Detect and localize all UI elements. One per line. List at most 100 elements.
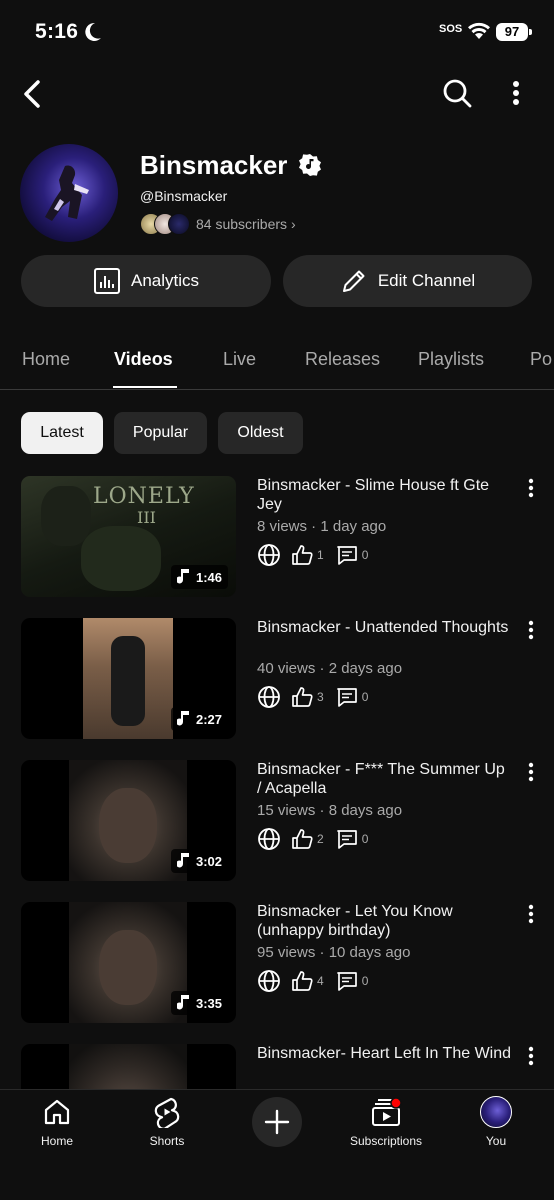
likes-count: 1: [317, 548, 324, 562]
thumbnail-subtitle-text: III: [137, 508, 156, 527]
search-icon[interactable]: [441, 77, 473, 109]
video-thumbnail[interactable]: 2:27: [21, 618, 236, 739]
video-meta: 15 views · 8 days ago: [257, 802, 403, 819]
active-tab-indicator: [113, 386, 177, 388]
tab-live[interactable]: Live: [223, 349, 256, 370]
thumbnail-face: [99, 930, 157, 1005]
thumbnail-figure: [41, 486, 91, 546]
tabs-divider: [0, 389, 554, 390]
video-more-options-icon[interactable]: [528, 1046, 534, 1066]
video-stats: 1 0: [257, 543, 368, 567]
home-icon: [44, 1099, 70, 1125]
thumbs-up-icon: [292, 545, 313, 565]
subscriber-count[interactable]: 84 subscribers ›: [196, 216, 296, 232]
pencil-icon: [342, 270, 365, 292]
comment-icon: [336, 688, 357, 707]
back-arrow-icon[interactable]: [20, 78, 46, 110]
thumbnail-figure: [111, 636, 145, 726]
video-duration: 3:02: [170, 849, 228, 873]
channel-name: Binsmacker: [140, 150, 288, 180]
analytics-chart-icon: [93, 268, 120, 294]
nav-shorts-label: Shorts: [149, 1134, 185, 1148]
wifi-icon: [468, 22, 490, 39]
globe-icon: [258, 544, 280, 566]
comments-count: 0: [361, 690, 369, 704]
edit-channel-label: Edit Channel: [377, 271, 476, 290]
video-title[interactable]: Binsmacker - Let You Know (unhappy birth…: [257, 902, 512, 940]
user-avatar: [480, 1096, 512, 1128]
plus-icon: [264, 1109, 290, 1135]
video-more-options-icon[interactable]: [528, 478, 534, 498]
thumbnail-title-text: LONELY: [93, 484, 195, 509]
video-title[interactable]: Binsmacker - Unattended Thoughts: [257, 618, 512, 637]
comments-count: 0: [361, 974, 369, 988]
video-more-options-icon[interactable]: [528, 904, 534, 924]
video-thumbnail[interactable]: LONELY III 1:46: [21, 476, 236, 597]
moon-icon: [85, 22, 101, 41]
thumbs-up-icon: [292, 971, 313, 991]
comments-count: 0: [361, 548, 369, 562]
battery-indicator: 97: [496, 23, 532, 41]
video-more-options-icon[interactable]: [528, 762, 534, 782]
verified-music-badge-icon: [299, 154, 321, 176]
tab-playlists[interactable]: Playlists: [418, 349, 484, 370]
video-title[interactable]: Binsmacker- Heart Left In The Wind: [257, 1044, 512, 1063]
status-time: 5:16: [35, 20, 79, 43]
globe-icon: [258, 686, 280, 708]
nav-subscriptions[interactable]: Subscriptions: [341, 1095, 431, 1148]
duration-label: 3:35: [195, 995, 222, 1011]
video-title[interactable]: Binsmacker - Slime House ft Gte Jey: [257, 476, 512, 514]
chip-latest[interactable]: Latest: [21, 412, 103, 454]
video-title[interactable]: Binsmacker - F*** The Summer Up / Acapel…: [257, 760, 512, 798]
video-thumbnail[interactable]: 3:02: [21, 760, 236, 881]
video-thumbnail[interactable]: 3:35: [21, 902, 236, 1023]
thumbs-up-icon: [292, 687, 313, 707]
likes-count: 4: [317, 974, 324, 988]
edit-channel-button[interactable]: Edit Channel: [283, 255, 532, 307]
music-note-icon: [176, 569, 189, 584]
video-stats: 3 0: [257, 685, 368, 709]
duration-label: 2:27: [195, 711, 222, 727]
nav-home-label: Home: [40, 1134, 73, 1148]
video-stats: 4 0: [257, 969, 368, 993]
sos-indicator: SOS: [439, 23, 463, 35]
avatar-figure: [45, 165, 89, 221]
video-meta: 8 views · 1 day ago: [257, 518, 387, 535]
duration-label: 3:02: [195, 853, 222, 869]
comments-count: 0: [361, 832, 369, 846]
video-more-options-icon[interactable]: [528, 620, 534, 640]
nav-subscriptions-label: Subscriptions: [349, 1134, 423, 1148]
channel-avatar[interactable]: [20, 144, 118, 242]
chevron-right-icon: ›: [290, 216, 296, 232]
subscriber-count-label: 84 subscribers: [196, 216, 288, 232]
tab-videos[interactable]: Videos: [114, 349, 173, 370]
create-button[interactable]: [252, 1097, 302, 1147]
thumbnail-figure: [81, 526, 161, 591]
tab-home[interactable]: Home: [22, 349, 70, 370]
thumbnail-face: [99, 788, 157, 863]
more-options-icon[interactable]: [512, 80, 520, 106]
tab-posts[interactable]: Po: [530, 349, 552, 370]
globe-icon: [258, 828, 280, 850]
likes-count: 3: [317, 690, 324, 704]
subscriptions-icon: [372, 1097, 402, 1126]
analytics-label: Analytics: [130, 271, 200, 290]
analytics-button[interactable]: Analytics: [21, 255, 271, 307]
subscriber-avatar: [168, 213, 190, 235]
nav-home[interactable]: Home: [12, 1095, 102, 1148]
thumbnail-image: [83, 618, 173, 739]
thumbnail-image: [69, 902, 187, 1023]
comment-icon: [336, 546, 357, 565]
music-note-icon: [176, 853, 189, 868]
chip-oldest[interactable]: Oldest: [218, 412, 303, 454]
video-duration: 2:27: [170, 707, 228, 731]
nav-you[interactable]: You: [451, 1095, 541, 1148]
comment-icon: [336, 972, 357, 991]
chip-popular[interactable]: Popular: [114, 412, 207, 454]
comment-icon: [336, 830, 357, 849]
tab-releases[interactable]: Releases: [305, 349, 380, 370]
video-duration: 1:46: [170, 565, 228, 589]
thumbnail-image: [69, 760, 187, 881]
duration-label: 1:46: [195, 569, 222, 585]
nav-shorts[interactable]: Shorts: [122, 1095, 212, 1148]
